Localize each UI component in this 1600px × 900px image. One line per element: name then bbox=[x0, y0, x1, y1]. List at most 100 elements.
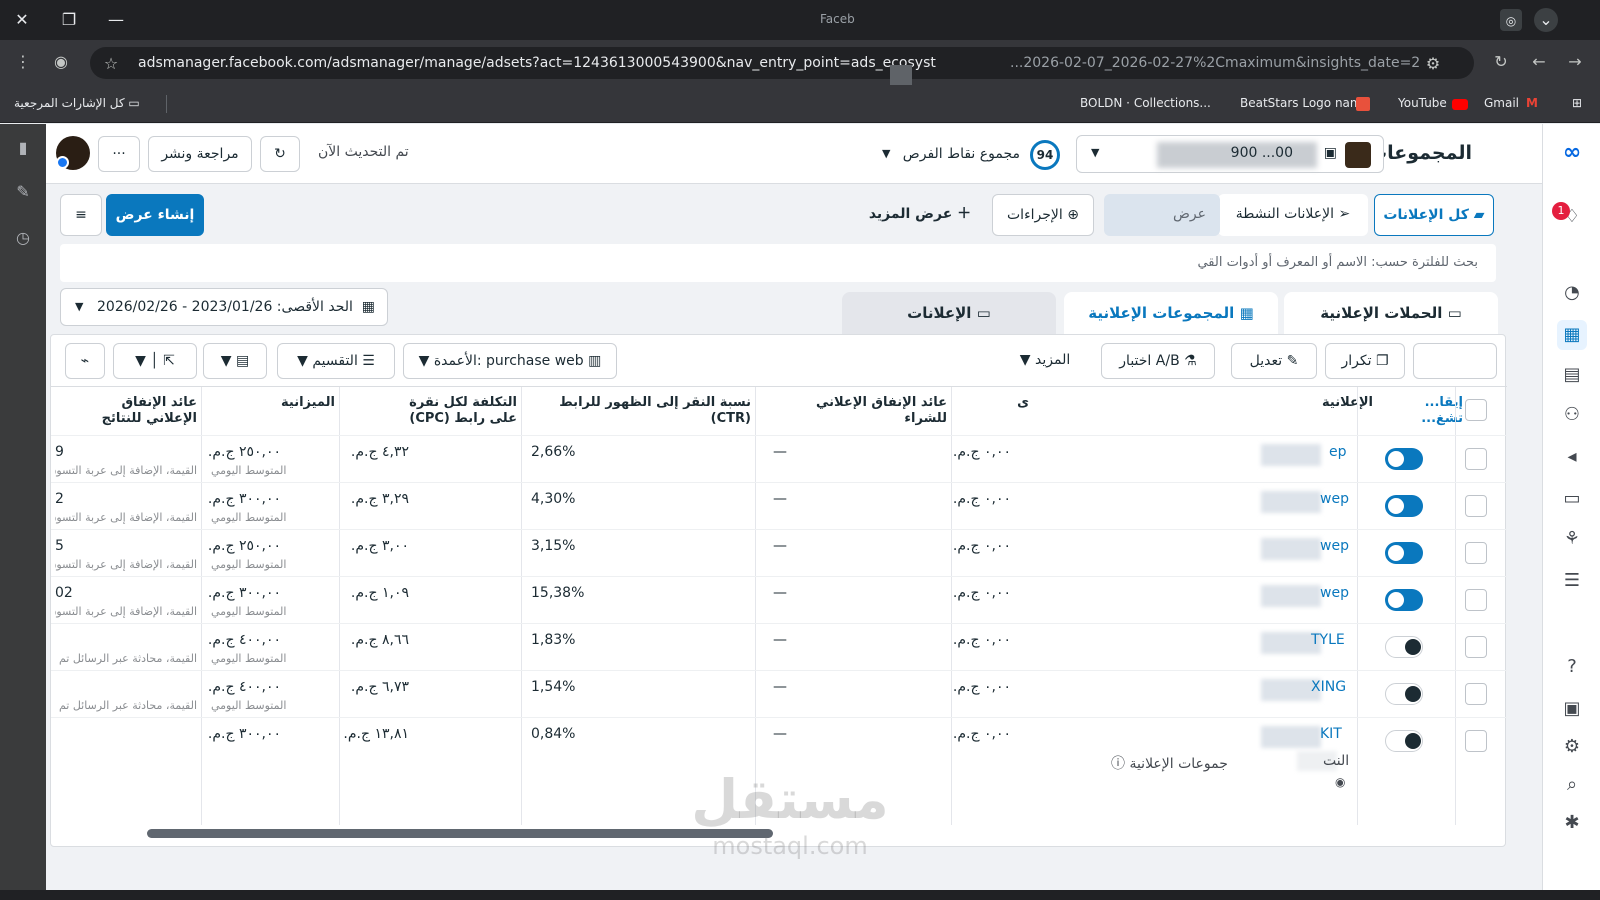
export-button[interactable]: ▼ │ ⇱ bbox=[113, 343, 197, 379]
table-row[interactable]: TYLE ٠,٠٠ ج.م. — 1,83% ٨,٦٦ ج.م. ٤٠٠,٠٠ ج.م. ا… bbox=[51, 623, 1507, 670]
col-roas-results[interactable]: عائد الإنفاق الإعلاني للنتائج bbox=[85, 387, 197, 435]
table-row[interactable]: ep ٠,٠٠ ج.م. — 2,66% ٤,٣٢ ج.م. ٢٥٠,٠٠ ج.م. الم… bbox=[51, 435, 1507, 482]
bookmark-star-icon[interactable]: ☆ bbox=[100, 54, 122, 73]
delivery-toggle[interactable] bbox=[1385, 495, 1423, 517]
row-checkbox[interactable] bbox=[1465, 448, 1487, 470]
events-manager-icon[interactable]: ⚘ bbox=[1557, 524, 1587, 554]
row-checkbox[interactable] bbox=[1465, 730, 1487, 752]
ab-test-button[interactable]: اختبار A/B ⚗ bbox=[1101, 343, 1215, 379]
table-row[interactable]: wep ٠,٠٠ ج.م. — 15,38% ١,٠٩ ج.م. ٣٠٠,٠٠ ج.م. ا… bbox=[51, 576, 1507, 623]
table-row[interactable]: KIT ٠,٠٠ ج.م. — 0,84% ١٣,٨١ ج.م. ٣٠٠,٠٠ ج.م. bbox=[51, 717, 1507, 764]
row-checkbox[interactable] bbox=[1465, 542, 1487, 564]
adset-name-link[interactable]: TYLE bbox=[1311, 632, 1345, 648]
breakdown-dropdown[interactable]: ▼ التقسيم ☰ bbox=[277, 343, 395, 379]
menu-kebab-icon[interactable]: ⋮ bbox=[12, 52, 34, 71]
delivery-toggle[interactable] bbox=[1385, 730, 1423, 752]
bookmark-boldn[interactable]: BOLDN · Collections... bbox=[1080, 96, 1211, 110]
site-settings-icon[interactable]: ⚙ bbox=[1422, 54, 1444, 73]
actions-button[interactable]: الإجراءات ⊕ bbox=[992, 194, 1094, 236]
adset-name-link[interactable]: KIT bbox=[1320, 726, 1342, 742]
reports-button[interactable]: ▼ ▤ bbox=[203, 343, 267, 379]
ads-manager-table-icon[interactable]: ▦ bbox=[1557, 320, 1587, 350]
history-clock-icon[interactable]: ◷ bbox=[13, 228, 33, 248]
delivery-toggle[interactable] bbox=[1385, 542, 1423, 564]
col-delivery[interactable]: إيقا... تشغ... bbox=[1393, 387, 1463, 435]
more-options-button[interactable]: ··· bbox=[98, 136, 140, 172]
news-icon[interactable]: ▣ bbox=[1557, 694, 1587, 724]
all-ads-button[interactable]: كل الإعلانات ▰ bbox=[1374, 194, 1494, 236]
close-window-icon[interactable]: ✕ bbox=[10, 8, 34, 32]
bookmark-beatstars[interactable]: BeatStars Logo name bbox=[1240, 96, 1369, 110]
more-dropdown[interactable]: ▼ المزيد bbox=[1005, 343, 1085, 379]
search-input[interactable]: بحث للفلترة حسب: الاسم أو المعرف أو أدوا… bbox=[1197, 255, 1478, 270]
bookmark-gmail[interactable]: Gmail bbox=[1484, 96, 1519, 110]
restore-window-icon[interactable]: ❐ bbox=[57, 8, 81, 32]
col-spent[interactable]: ى bbox=[959, 387, 1029, 435]
adset-name-link[interactable]: wep bbox=[1320, 538, 1349, 554]
partial-view-tab[interactable]: عرض bbox=[1104, 194, 1220, 236]
col-budget[interactable]: الميزانية bbox=[261, 387, 335, 435]
col-ctr[interactable]: نسبة النقر إلى الظهور للرابط (CTR) bbox=[559, 387, 751, 435]
search-icon[interactable]: ⌕ bbox=[1557, 770, 1587, 800]
adset-name-link[interactable]: wep bbox=[1320, 585, 1349, 601]
url-bar[interactable]: ☆ adsmanager.facebook.com/adsmanager/man… bbox=[90, 47, 1474, 85]
settings-gear-icon[interactable]: ⚙ bbox=[1557, 732, 1587, 762]
tab-title[interactable]: Faceb bbox=[820, 12, 855, 26]
minimize-window-icon[interactable]: — bbox=[104, 8, 128, 32]
edit-button[interactable]: تعديل ✎ bbox=[1231, 343, 1317, 379]
table-row[interactable]: XING ٠,٠٠ ج.م. — 1,54% ٦,٧٣ ج.م. ٤٠٠,٠٠ ج.م. ا… bbox=[51, 670, 1507, 717]
tab-ads[interactable]: الإعلانات ▭ bbox=[842, 292, 1056, 334]
col-adset-name[interactable]: الإعلانية bbox=[1223, 387, 1373, 435]
tab-adsets[interactable]: المجموعات الإعلانية ▦ bbox=[1064, 292, 1278, 334]
horizontal-scrollbar[interactable] bbox=[147, 829, 773, 838]
chart-toggle-button[interactable]: ⌁ bbox=[65, 343, 105, 379]
bookmark-all[interactable]: كل الإشارات المرجعية ▭ bbox=[14, 96, 140, 110]
create-button[interactable]: ＋ إنشاء bbox=[1413, 343, 1497, 379]
help-icon[interactable]: ? bbox=[1557, 652, 1587, 682]
refresh-button[interactable]: ↻ bbox=[260, 136, 300, 172]
chart-icon[interactable]: ▮ bbox=[13, 138, 33, 158]
extension-icon[interactable]: ◎ bbox=[1500, 9, 1522, 31]
tab-campaigns[interactable]: الحملات الإعلانية ▭ bbox=[1284, 292, 1498, 334]
row-checkbox[interactable] bbox=[1465, 636, 1487, 658]
edit-pencil-icon[interactable]: ✎ bbox=[13, 182, 33, 202]
adset-name-link[interactable]: wep bbox=[1320, 491, 1349, 507]
duplicate-button[interactable]: تكرار ❐ bbox=[1325, 343, 1405, 379]
eye-icon[interactable]: ◉ bbox=[1335, 775, 1345, 789]
filter-settings-button[interactable]: ≡ bbox=[60, 194, 102, 236]
dashboard-gauge-icon[interactable]: ◔ bbox=[1557, 278, 1587, 308]
apps-grid-icon[interactable]: ⊞ bbox=[1572, 96, 1582, 110]
create-view-button[interactable]: إنشاء عرض bbox=[106, 194, 204, 236]
table-row[interactable]: wep ٠,٠٠ ج.م. — 4,30% ٣,٢٩ ج.م. ٣٠٠,٠٠ ج.م. ال… bbox=[51, 482, 1507, 529]
billing-card-icon[interactable]: ▭ bbox=[1557, 484, 1587, 514]
adset-name-link[interactable]: ep bbox=[1329, 444, 1347, 460]
col-cpc[interactable]: التكلفة لكل نقرة على رابط (CPC) bbox=[391, 387, 517, 435]
reports-icon[interactable]: ▤ bbox=[1557, 360, 1587, 390]
bookmark-youtube[interactable]: YouTube bbox=[1398, 96, 1447, 110]
select-all-checkbox[interactable] bbox=[1465, 399, 1487, 421]
delivery-toggle[interactable] bbox=[1385, 448, 1423, 470]
profile-icon[interactable]: ◉ bbox=[50, 52, 72, 71]
active-ads-button[interactable]: الإعلانات النشطة ➢ bbox=[1218, 194, 1368, 236]
tab-search-icon[interactable]: ⌄ bbox=[1534, 8, 1558, 32]
back-icon[interactable]: ← bbox=[1528, 52, 1550, 71]
delivery-toggle[interactable] bbox=[1385, 683, 1423, 705]
meta-logo-icon[interactable]: ∞ bbox=[1557, 138, 1587, 168]
row-checkbox[interactable] bbox=[1465, 589, 1487, 611]
delivery-toggle[interactable] bbox=[1385, 636, 1423, 658]
all-tools-menu-icon[interactable]: ☰ bbox=[1557, 566, 1587, 596]
date-range-picker[interactable]: ▼ الحد الأقصى: 2023/01/26 - 2026/02/26 ▦ bbox=[60, 288, 388, 326]
adset-name-link[interactable]: XING bbox=[1311, 679, 1346, 695]
opportunity-score[interactable]: 94 مجموع نقاط الفرص ▼ bbox=[882, 140, 1060, 170]
show-more-button[interactable]: عرض المزيد ＋ bbox=[858, 194, 982, 236]
search-filter-bar[interactable]: بحث للفلترة حسب: الاسم أو المعرف أو أدوا… bbox=[60, 244, 1496, 282]
columns-dropdown[interactable]: ▼ الأعمدة: purchase web ▥ bbox=[403, 343, 617, 379]
megaphone-icon[interactable]: ◂ bbox=[1557, 442, 1587, 472]
bug-report-icon[interactable]: ✱ bbox=[1557, 808, 1587, 838]
col-roas-purchase[interactable]: عائد الإنفاق الإعلاني للشراء bbox=[787, 387, 947, 435]
forward-icon[interactable]: → bbox=[1564, 52, 1586, 71]
account-selector[interactable]: ▣ 900 ...00 ▼ bbox=[1076, 135, 1384, 173]
reload-icon[interactable]: ↻ bbox=[1490, 52, 1512, 71]
review-publish-button[interactable]: مراجعة ونشر bbox=[148, 136, 252, 172]
delivery-toggle[interactable] bbox=[1385, 589, 1423, 611]
